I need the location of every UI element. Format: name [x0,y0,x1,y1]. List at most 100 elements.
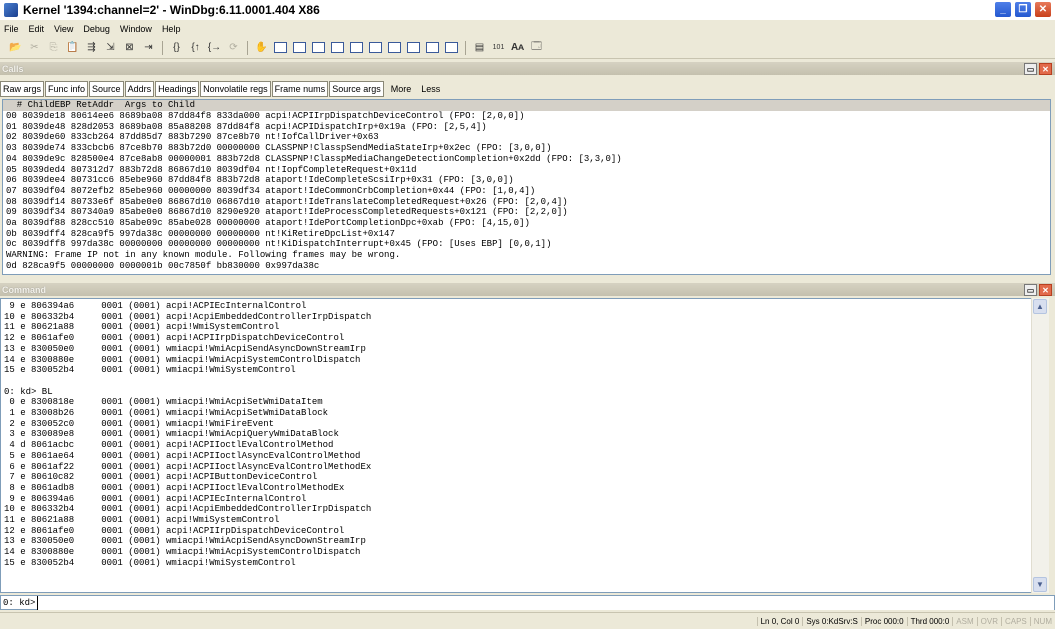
command-output[interactable]: 9 e 806394a6 0001 (0001) acpi!ACPIEcInte… [0,298,1047,593]
command-output-line: 0 e 8300818e 0001 (0001) wmiacpi!WmiAcpi… [4,397,323,408]
command-output-line: 15 e 830052b4 0001 (0001) wmiacpi!WmiSys… [4,557,296,568]
break-icon[interactable]: ⊠ [123,41,136,54]
call-stack-row: 0c 8039dff8 997da38c 00000000 00000000 0… [6,239,552,250]
addrs-button[interactable]: Addrs [124,81,155,97]
scratch-icon[interactable] [407,42,420,53]
less-button[interactable]: Less [421,84,440,94]
status-num: NUM [1029,616,1055,626]
call-stack-row: 04 8039de9c 828500e4 87ce8ab8 00000001 8… [6,153,622,164]
status-sys: Sys 0:KdSrv:S [802,616,861,626]
source-button[interactable]: Source [89,81,124,97]
source-mode-icon[interactable] [445,42,458,53]
run-to-cursor-icon[interactable]: {→ [208,41,221,54]
call-stack-icon[interactable] [369,42,382,53]
toolbar-separator [247,40,248,55]
menu-bar: File Edit View Debug Window Help [0,20,1055,37]
command-output-line: 2 e 830052c0 0001 (0001) wmiacpi!WmiFire… [4,418,275,429]
call-stack-row: 05 8039ded4 807312d7 883b72d8 86867d10 8… [6,164,417,175]
cut-icon[interactable]: ✂ [28,41,41,54]
raw-args-button[interactable]: Raw args [0,81,45,97]
locals-icon[interactable] [312,42,325,53]
command-dock-icon[interactable]: ▭ [1024,284,1037,296]
step-out-icon[interactable]: {↑ [189,41,202,54]
command-output-line: 14 e 8300880e 0001 (0001) wmiacpi!WmiAcp… [4,547,361,558]
status-proc: Proc 000:0 [860,616,907,626]
calls-pane-header: Calls ▭ ✕ [0,62,1055,75]
call-stack-row: 07 8039df04 8072efb2 85ebe960 00000000 8… [6,185,536,196]
source-args-button[interactable]: Source args [329,81,384,97]
paste-icon[interactable]: 📋 [66,41,79,54]
registers-icon[interactable] [331,42,344,53]
call-stack-row: 00 8039de18 80614ee6 8689ba08 87dd84f8 8… [6,111,525,121]
command-output-line: 11 e 80621a88 0001 (0001) acpi!WmiSystem… [4,515,280,526]
close-button[interactable]: ✕ [1034,1,1052,18]
command-window-icon[interactable] [274,42,287,53]
status-asm: ASM [952,616,976,626]
memory-icon[interactable] [350,42,363,53]
command-close-icon[interactable]: ✕ [1039,284,1052,296]
options-icon[interactable]: 🗔 [530,41,543,54]
command-output-line: 9 e 806394a6 0001 (0001) acpi!ACPIEcInte… [4,301,307,311]
calls-close-icon[interactable]: ✕ [1039,63,1052,75]
open-icon[interactable]: 📂 [9,41,22,54]
toolbar-separator [162,40,163,55]
kd-prompt: 0: kd> [3,597,36,608]
command-output-line: 8 e 8061adb8 0001 (0001) acpi!ACPIIoctlE… [4,482,345,493]
calls-pane-title: Calls [2,63,24,74]
command-lines: 9 e 806394a6 0001 (0001) acpi!ACPIEcInte… [1,299,1046,569]
title-bar: Kernel '1394:channel=2' - WinDbg:6.11.00… [0,0,1055,20]
call-stack-row: 06 8039dee4 80731cc6 85ebe960 87dd84f8 8… [6,175,514,186]
hex-icon[interactable]: 101 [492,41,505,54]
call-stack-row: 0b 8039dff4 828ca9f5 997da38c 00000000 0… [6,228,395,239]
status-thrd: Thrd 000:0 [906,616,953,626]
hand-icon[interactable]: ✋ [255,41,268,54]
command-output-line: 4 d 8061acbc 0001 (0001) acpi!ACPIIoctlE… [4,440,334,451]
font-icon[interactable]: Aᴀ [511,41,524,54]
calls-lines: 00 8039de18 80614ee6 8689ba08 87dd84f8 8… [3,111,1050,272]
frame-nums-button[interactable]: Frame nums [271,81,329,97]
disassembly-icon[interactable] [388,42,401,53]
status-caps: CAPS [1000,616,1030,626]
menu-debug[interactable]: Debug [79,24,116,34]
source-icon[interactable]: ▤ [473,41,486,54]
menu-help[interactable]: Help [158,24,187,34]
calls-list[interactable]: # ChildEBP RetAddr Args to Child 00 8039… [2,99,1051,275]
scroll-up-icon[interactable]: ▲ [1033,299,1047,314]
command-output-line: 3 e 830089e8 0001 (0001) wmiacpi!WmiAcpi… [4,429,339,440]
step-into-icon[interactable]: ⇲ [104,41,117,54]
windbg-app-icon[interactable] [4,3,18,17]
process-icon[interactable] [426,42,439,53]
nonvolatile-regs-button[interactable]: Nonvolatile regs [200,81,271,97]
menu-edit[interactable]: Edit [25,24,51,34]
restore-button[interactable]: ❐ [1014,1,1032,18]
command-output-line: 7 e 80610c82 0001 (0001) acpi!ACPIButton… [4,472,318,483]
command-output-line: 13 e 830050e0 0001 (0001) wmiacpi!WmiAcp… [4,343,366,354]
toolbar-separator [465,40,466,55]
go-icon[interactable]: ⇥ [142,41,155,54]
status-ovr: OVR [976,616,1001,626]
status-bar: Ln 0, Col 0 Sys 0:KdSrv:S Proc 000:0 Thr… [0,612,1055,629]
menu-window[interactable]: Window [116,24,158,34]
headings-button[interactable]: Headings [155,81,200,97]
minimize-button[interactable]: _ [994,1,1012,18]
command-output-line: 9 e 806394a6 0001 (0001) acpi!ACPIEcInte… [4,493,307,504]
scroll-down-icon[interactable]: ▼ [1033,577,1047,592]
command-output-line: 11 e 80621a88 0001 (0001) acpi!WmiSystem… [4,322,280,333]
menu-view[interactable]: View [50,24,79,34]
command-input[interactable] [37,595,1054,610]
func-info-button[interactable]: Func info [45,81,89,97]
command-output-line: 12 e 8061afe0 0001 (0001) acpi!ACPIIrpDi… [4,333,345,344]
step-over-icon[interactable]: {} [170,41,183,54]
command-scrollbar[interactable]: ▲ ▼ [1031,298,1049,593]
dock-icon[interactable]: ▭ [1024,63,1037,75]
menu-file[interactable]: File [0,24,25,34]
calls-button-bar: Raw args Func info Source Addrs Headings… [0,80,1055,98]
watch-icon[interactable] [293,42,306,53]
step-icon[interactable]: ⇶ [85,41,98,54]
breakpoint-icon[interactable]: ⟳ [227,41,240,54]
command-output-line: 13 e 830050e0 0001 (0001) wmiacpi!WmiAcp… [4,536,366,547]
command-pane-header: Command ▭ ✕ [0,283,1055,296]
command-output-line: 1 e 83008b26 0001 (0001) wmiacpi!WmiAcpi… [4,408,329,419]
copy-icon[interactable]: ⎘ [47,41,60,54]
more-button[interactable]: More [391,84,412,94]
